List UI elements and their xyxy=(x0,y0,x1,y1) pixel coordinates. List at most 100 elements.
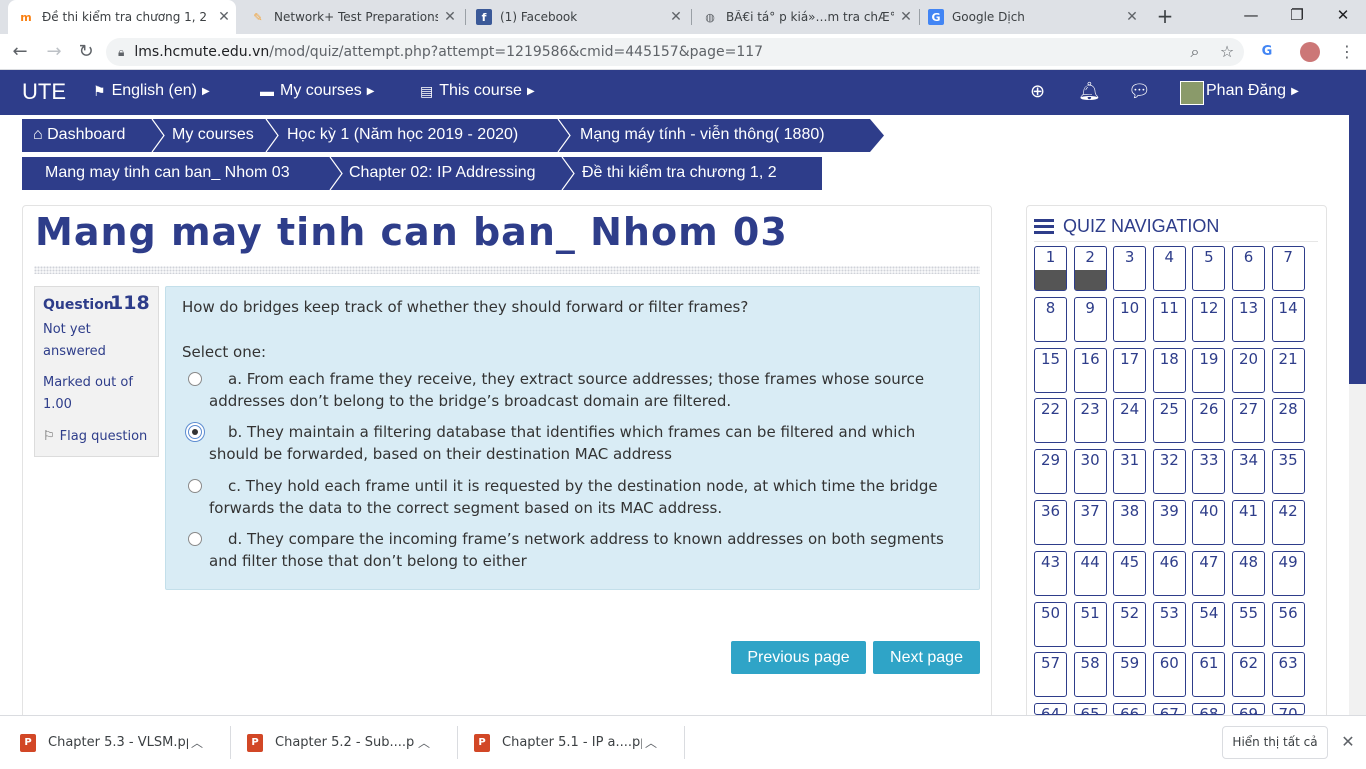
quiz-nav-button[interactable]: 51 xyxy=(1073,601,1107,647)
user-menu[interactable]: Phan Đăng ▶ xyxy=(1206,82,1299,100)
quiz-nav-button[interactable]: 43 xyxy=(1034,550,1067,596)
minimize-button[interactable]: — xyxy=(1228,0,1274,34)
quiz-nav-button[interactable]: 9 xyxy=(1073,296,1107,342)
bell-icon[interactable]: 🔔︎ xyxy=(1078,81,1101,102)
zoom-icon[interactable]: ⌕ xyxy=(1184,41,1206,63)
quiz-nav-button[interactable]: 40 xyxy=(1192,500,1226,545)
quiz-nav-button[interactable]: 22 xyxy=(1034,398,1067,444)
quiz-nav-button[interactable]: 38 xyxy=(1113,500,1147,545)
previous-page-button[interactable]: Previous page xyxy=(731,641,866,674)
browser-tab-network[interactable]: ✎ Network+ Test Preparations Fla ✕ xyxy=(240,0,462,34)
quiz-nav-button[interactable]: 7 xyxy=(1271,246,1305,291)
download-item-vlsm[interactable]: P Chapter 5.3 - VLSM.pptx ︿ xyxy=(0,716,230,769)
address-bar[interactable]: 🔒︎ lms.hcmute.edu.vn /mod/quiz/attempt.p… xyxy=(106,38,1244,66)
quiz-nav-button[interactable]: 62 xyxy=(1232,652,1265,698)
language-menu[interactable]: ⚑ English (en) ▶ xyxy=(93,82,210,100)
quiz-nav-button[interactable]: 63 xyxy=(1271,652,1305,698)
page-scrollbar-thumb[interactable] xyxy=(1349,70,1366,384)
quiz-nav-button[interactable]: 20 xyxy=(1232,347,1265,393)
quiz-nav-button[interactable]: 23 xyxy=(1073,398,1107,444)
quiz-nav-button[interactable]: 59 xyxy=(1113,652,1147,698)
quiz-nav-button[interactable]: 24 xyxy=(1113,398,1147,444)
chat-icon[interactable]: 💬︎ xyxy=(1128,81,1151,102)
quiz-nav-button[interactable]: 41 xyxy=(1232,500,1265,545)
this-course-menu[interactable]: ▤ This course ▶ xyxy=(420,82,535,100)
breadcrumb-my-courses[interactable]: My courses xyxy=(172,126,254,144)
quiz-nav-button[interactable]: 2 xyxy=(1073,246,1107,291)
quiz-nav-button[interactable]: 4 xyxy=(1152,246,1186,291)
quiz-nav-button[interactable]: 1 xyxy=(1034,246,1067,291)
chevron-up-icon[interactable]: ︿ xyxy=(642,734,660,751)
quiz-nav-button[interactable]: 47 xyxy=(1192,550,1226,596)
forward-button[interactable]: → xyxy=(42,40,66,64)
quiz-nav-button[interactable]: 26 xyxy=(1192,398,1226,444)
quiz-nav-button[interactable]: 67 xyxy=(1152,703,1186,723)
download-item-ip[interactable]: P Chapter 5.1 - IP a....pptx ︿ xyxy=(454,716,684,769)
site-brand[interactable]: UTE xyxy=(22,79,66,105)
browser-tab-exam[interactable]: ◍ BÃ€i tá° p kiá»…m tra chÆ°Æ¡ ✕ xyxy=(692,0,918,34)
close-icon[interactable]: ✕ xyxy=(1338,730,1358,754)
flag-question-link[interactable]: ⚐ Flag question xyxy=(43,429,147,444)
breadcrumb-exam[interactable]: Đề thi kiểm tra chương 1, 2 xyxy=(582,164,777,182)
translate-extension-icon[interactable]: G xyxy=(1256,41,1278,63)
quiz-nav-button[interactable]: 66 xyxy=(1113,703,1147,723)
user-avatar[interactable] xyxy=(1180,81,1204,105)
next-page-button[interactable]: Next page xyxy=(873,641,980,674)
quiz-nav-button[interactable]: 52 xyxy=(1113,601,1147,647)
reload-button[interactable]: ↻ xyxy=(74,40,98,64)
answer-radio-c[interactable] xyxy=(188,479,202,493)
quiz-nav-button[interactable]: 29 xyxy=(1034,449,1067,495)
quiz-nav-button[interactable]: 68 xyxy=(1192,703,1226,723)
new-tab-button[interactable]: + xyxy=(1154,5,1176,27)
breadcrumb-course-short[interactable]: Mang may tinh can ban_ Nhom 03 xyxy=(45,164,290,182)
close-icon[interactable]: ✕ xyxy=(894,9,918,25)
quiz-nav-button[interactable]: 33 xyxy=(1192,449,1226,495)
quiz-nav-button[interactable]: 21 xyxy=(1271,347,1305,393)
show-all-downloads-button[interactable]: Hiển thị tất cả xyxy=(1222,726,1328,759)
breadcrumb-course[interactable]: Mạng máy tính - viễn thông( 1880) xyxy=(580,126,825,144)
quiz-nav-button[interactable]: 57 xyxy=(1034,652,1067,698)
quiz-nav-button[interactable]: 5 xyxy=(1192,246,1226,291)
quiz-nav-button[interactable]: 6 xyxy=(1232,246,1265,291)
quiz-nav-button[interactable]: 28 xyxy=(1271,398,1305,444)
quiz-nav-button[interactable]: 36 xyxy=(1034,500,1067,545)
quiz-nav-button[interactable]: 64 xyxy=(1034,703,1067,723)
quiz-nav-button[interactable]: 55 xyxy=(1232,601,1265,647)
quiz-nav-button[interactable]: 37 xyxy=(1073,500,1107,545)
quiz-nav-button[interactable]: 25 xyxy=(1152,398,1186,444)
download-circle-icon[interactable]: ⊕ xyxy=(1030,81,1045,102)
quiz-nav-button[interactable]: 46 xyxy=(1152,550,1186,596)
quiz-nav-button[interactable]: 8 xyxy=(1034,296,1067,342)
quiz-nav-button[interactable]: 49 xyxy=(1271,550,1305,596)
quiz-nav-button[interactable]: 14 xyxy=(1271,296,1305,342)
answer-radio-a[interactable] xyxy=(188,372,202,386)
chevron-up-icon[interactable]: ︿ xyxy=(188,734,206,751)
breadcrumb-dashboard[interactable]: ⌂ Dashboard xyxy=(33,126,125,144)
quiz-nav-button[interactable]: 34 xyxy=(1232,449,1265,495)
my-courses-menu[interactable]: ▬ My courses ▶ xyxy=(260,82,375,100)
close-icon[interactable]: ✕ xyxy=(212,9,236,25)
quiz-nav-button[interactable]: 70 xyxy=(1271,703,1305,723)
breadcrumb-semester[interactable]: Học kỳ 1 (Năm học 2019 - 2020) xyxy=(287,126,518,144)
quiz-nav-button[interactable]: 15 xyxy=(1034,347,1067,393)
close-window-button[interactable]: ✕ xyxy=(1320,0,1366,34)
quiz-nav-button[interactable]: 44 xyxy=(1073,550,1107,596)
quiz-nav-button[interactable]: 60 xyxy=(1152,652,1186,698)
download-item-subnet[interactable]: P Chapter 5.2 - Sub....pptx ︿ xyxy=(227,716,457,769)
quiz-nav-button[interactable]: 16 xyxy=(1073,347,1107,393)
quiz-nav-button[interactable]: 27 xyxy=(1232,398,1265,444)
browser-tab-quiz[interactable]: m Đề thi kiểm tra chương 1, 2 ✕ xyxy=(8,0,236,34)
quiz-nav-button[interactable]: 58 xyxy=(1073,652,1107,698)
close-icon[interactable]: ✕ xyxy=(664,9,688,25)
quiz-nav-button[interactable]: 17 xyxy=(1113,347,1147,393)
quiz-nav-button[interactable]: 18 xyxy=(1152,347,1186,393)
answer-radio-b[interactable] xyxy=(188,425,202,439)
chevron-up-icon[interactable]: ︿ xyxy=(415,734,433,751)
quiz-nav-button[interactable]: 32 xyxy=(1152,449,1186,495)
quiz-nav-button[interactable]: 35 xyxy=(1271,449,1305,495)
quiz-nav-button[interactable]: 12 xyxy=(1192,296,1226,342)
quiz-nav-button[interactable]: 19 xyxy=(1192,347,1226,393)
menu-dots-icon[interactable]: ⋮ xyxy=(1336,41,1358,63)
browser-tab-facebook[interactable]: f (1) Facebook ✕ xyxy=(466,0,688,34)
quiz-nav-button[interactable]: 30 xyxy=(1073,449,1107,495)
